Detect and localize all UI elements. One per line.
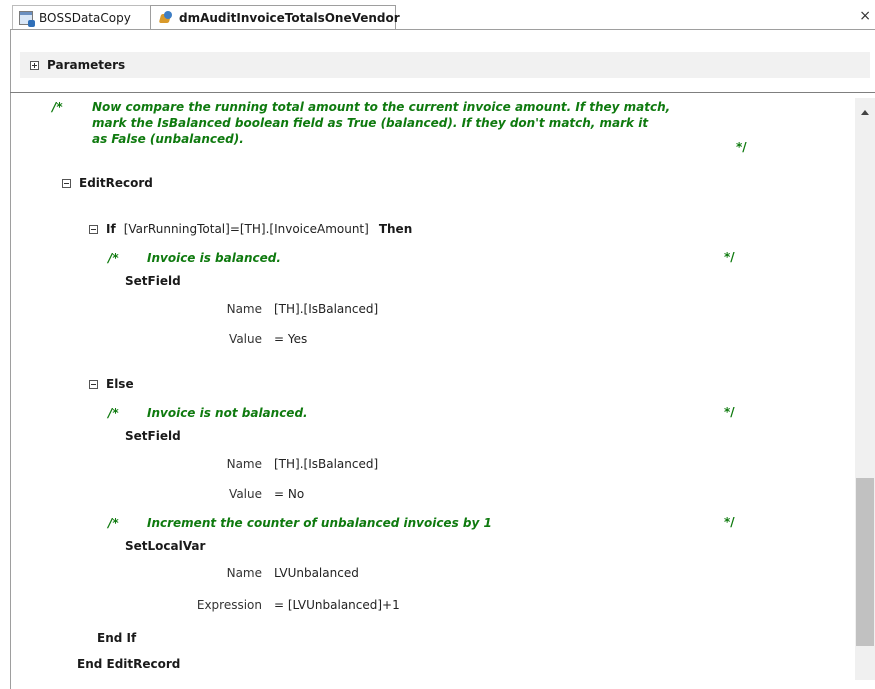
argument-label: Name	[226, 457, 262, 471]
argument-label: Expression	[196, 598, 262, 612]
divider	[10, 92, 875, 93]
comment-line: mark the IsBalanced boolean field as Tru…	[92, 116, 649, 130]
comment-text: Increment the counter of unbalanced invo…	[147, 516, 492, 530]
argument-value[interactable]: [TH].[IsBalanced]	[274, 457, 378, 471]
tab-bossdatacopy[interactable]: BOSSDataCopy	[12, 5, 152, 29]
argument-value[interactable]: [TH].[IsBalanced]	[274, 302, 378, 316]
comment-end-marker: */	[736, 140, 747, 154]
if-condition[interactable]: [VarRunningTotal]=[TH].[InvoiceAmount]	[124, 222, 369, 236]
form-icon	[19, 10, 35, 27]
vertical-scrollbar[interactable]	[855, 98, 875, 680]
comment-marker: /*	[108, 406, 119, 420]
argument-label: Name	[226, 566, 262, 580]
expand-icon[interactable]	[30, 60, 39, 70]
editrecord-label: EditRecord	[79, 176, 153, 190]
comment-marker: /*	[108, 516, 119, 530]
macro-icon	[159, 10, 173, 25]
parameters-bar[interactable]: Parameters	[20, 52, 870, 78]
collapse-icon[interactable]	[62, 178, 71, 188]
argument-label: Name	[226, 302, 262, 316]
argument-label: Value	[229, 487, 262, 501]
if-block-header[interactable]: If [VarRunningTotal]=[TH].[InvoiceAmount…	[89, 222, 412, 236]
argument-value[interactable]: = Yes	[274, 332, 307, 346]
comment-text: Invoice is not balanced.	[147, 406, 308, 420]
if-keyword: If	[106, 222, 116, 236]
comment-marker: /*	[52, 100, 63, 114]
argument-value[interactable]: = No	[274, 487, 304, 501]
close-icon[interactable]: ×	[859, 8, 871, 24]
editrecord-block-header[interactable]: EditRecord	[62, 176, 153, 190]
comment-text: Invoice is balanced.	[147, 251, 281, 265]
comment-end-marker: */	[724, 405, 735, 419]
argument-value[interactable]: LVUnbalanced	[274, 566, 359, 580]
argument-value[interactable]: = [LVUnbalanced]+1	[274, 598, 400, 612]
parameters-label: Parameters	[47, 58, 126, 72]
argument-label: Value	[229, 332, 262, 346]
end-if-label: End If	[97, 631, 137, 645]
document-tab-bar: BOSSDataCopy dmAuditInvoiceTotalsOneVend…	[0, 0, 875, 30]
collapse-icon[interactable]	[89, 224, 98, 234]
else-block-header[interactable]: Else	[89, 377, 134, 391]
setfield-action[interactable]: SetField	[125, 274, 181, 288]
comment-end-marker: */	[724, 515, 735, 529]
collapse-icon[interactable]	[89, 379, 98, 389]
comment-line: Now compare the running total amount to …	[92, 100, 671, 114]
tab-label: dmAuditInvoiceTotalsOneVendor	[179, 10, 400, 25]
setlocalvar-action[interactable]: SetLocalVar	[125, 539, 205, 553]
scroll-up-icon[interactable]	[861, 110, 869, 115]
tab-label: BOSSDataCopy	[39, 10, 131, 25]
scrollbar-thumb[interactable]	[856, 478, 874, 646]
else-keyword: Else	[106, 377, 134, 391]
comment-marker: /*	[108, 251, 119, 265]
setfield-action[interactable]: SetField	[125, 429, 181, 443]
comment-end-marker: */	[724, 250, 735, 264]
comment-line: as False (unbalanced).	[92, 132, 244, 146]
tab-dmauditinvoicetotalsonevendor[interactable]: dmAuditInvoiceTotalsOneVendor	[150, 5, 400, 29]
then-keyword: Then	[378, 222, 413, 236]
end-editrecord-label: End EditRecord	[77, 657, 181, 671]
